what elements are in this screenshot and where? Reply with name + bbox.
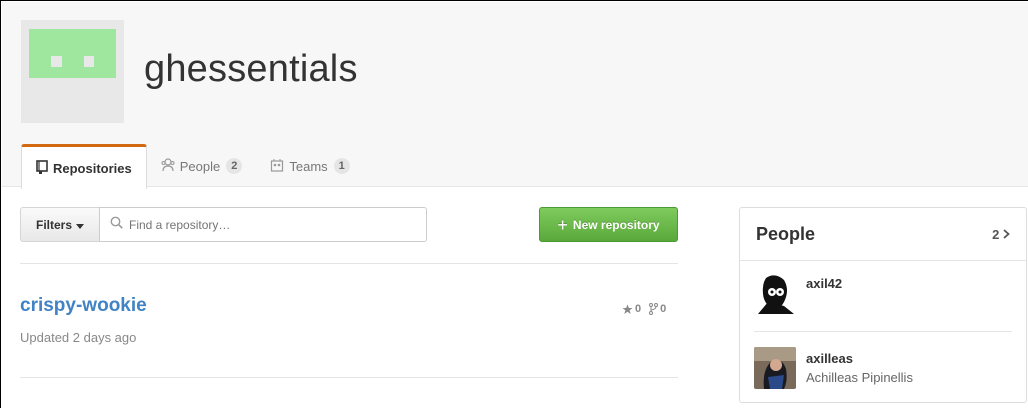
- plus-icon: +: [557, 214, 568, 235]
- person-login[interactable]: axil42: [806, 276, 842, 291]
- repo-forks[interactable]: 0: [649, 303, 666, 315]
- people-title: People: [756, 223, 816, 244]
- forks-count: 0: [660, 303, 667, 315]
- repo-stars[interactable]: 0: [622, 303, 641, 315]
- search-icon: [110, 216, 123, 234]
- people-count: 2: [992, 226, 1000, 242]
- org-tabs: Repositories People 2 Teams 1: [21, 144, 364, 189]
- avatar[interactable]: [754, 272, 796, 314]
- tab-people[interactable]: People 2: [147, 144, 257, 188]
- divider: [754, 331, 1012, 332]
- org-avatar: [21, 20, 124, 123]
- new-repository-button[interactable]: + New repository: [539, 207, 678, 242]
- tab-teams[interactable]: Teams 1: [256, 144, 363, 188]
- page-frame: ghessentials Repositories People 2 Teams: [0, 0, 1028, 408]
- chevron-right-icon: [1003, 227, 1010, 242]
- teams-counter: 1: [333, 158, 350, 174]
- new-repository-label: New repository: [572, 217, 660, 232]
- people-sidebar: People 2 axil42 axilleas Achilleas Pipin…: [739, 207, 1027, 403]
- tab-label: People: [179, 158, 221, 174]
- person-fullname: Achilleas Pipinellis: [806, 370, 913, 385]
- people-header: People 2: [740, 208, 1026, 261]
- tab-label: Repositories: [53, 160, 132, 176]
- people-icon: [161, 157, 175, 175]
- person-item[interactable]: axil42: [754, 272, 1012, 332]
- filters-button[interactable]: Filters: [20, 207, 100, 242]
- stars-count: 0: [635, 303, 642, 315]
- star-icon: [622, 304, 633, 314]
- org-name: ghessentials: [144, 48, 358, 90]
- fork-icon: [649, 303, 659, 315]
- person-item[interactable]: axilleas Achilleas Pipinellis: [754, 347, 1012, 407]
- avatar[interactable]: [754, 347, 796, 389]
- repo-name-link[interactable]: crispy-wookie: [20, 295, 147, 317]
- repo-updated: Updated 2 days ago: [20, 330, 137, 345]
- person-login[interactable]: axilleas: [806, 351, 853, 366]
- filters-label: Filters: [35, 217, 72, 232]
- org-identicon: [29, 29, 116, 78]
- org-header: ghessentials Repositories People 2 Teams: [2, 2, 1028, 189]
- teams-icon: [270, 158, 284, 175]
- search-input[interactable]: [129, 217, 409, 232]
- divider: [20, 263, 678, 264]
- repo-search: [99, 207, 427, 242]
- caret-down-icon: [76, 218, 84, 232]
- tab-repositories[interactable]: Repositories: [21, 144, 147, 189]
- people-count-link[interactable]: 2: [992, 227, 1010, 242]
- repo-stats: 0 0: [622, 303, 666, 315]
- divider: [20, 377, 678, 378]
- tab-label: Teams: [289, 158, 328, 174]
- people-counter: 2: [226, 158, 243, 174]
- repo-icon: [36, 159, 48, 177]
